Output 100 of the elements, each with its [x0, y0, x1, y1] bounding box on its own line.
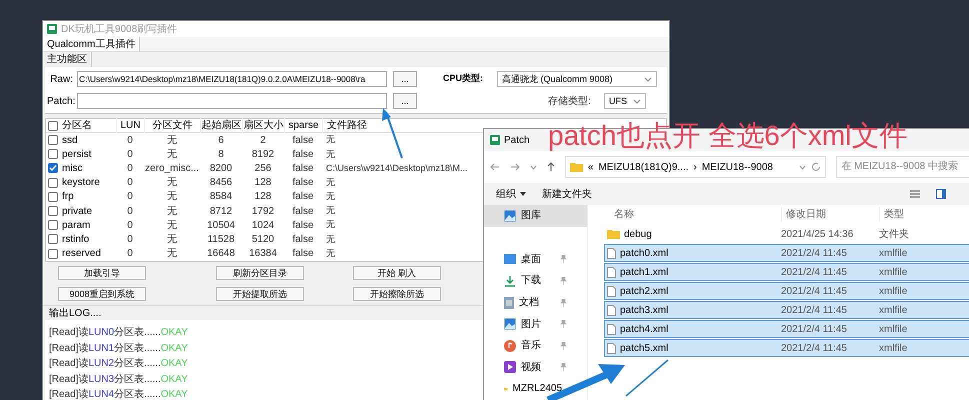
file-name: patch5.xml	[620, 342, 668, 356]
checkbox[interactable]	[48, 178, 58, 188]
browse-button[interactable]: ...	[393, 93, 417, 109]
file-row[interactable]: debug 2021/4/25 14:36 文件夹	[604, 225, 969, 243]
breadcrumb-item[interactable]: MEIZU18--9008	[702, 160, 773, 174]
table-cell-text: reserved	[62, 247, 101, 262]
checkbox[interactable]	[48, 220, 58, 230]
column-header[interactable]: 起始扇区	[200, 118, 242, 133]
pin-icon[interactable]	[560, 320, 567, 328]
table-cell-text: 0	[126, 134, 134, 148]
column-header[interactable]: 分区名	[62, 118, 92, 133]
table-cell-text: 无	[325, 148, 336, 161]
file-row[interactable]: patch3.xml 2021/2/4 11:45 xmlfile	[604, 301, 969, 319]
column-header[interactable]: sparse	[284, 118, 322, 133]
sidebar-item[interactable]: 图库	[484, 205, 587, 227]
table-cell-text: 16648	[206, 247, 236, 262]
file-name: debug	[624, 228, 652, 242]
breadcrumb-item[interactable]: ›	[694, 160, 697, 174]
pin-icon[interactable]	[560, 276, 567, 285]
address-bar[interactable]: « MEIZU18(181Q)9.... › MEIZU18--9008	[564, 156, 826, 178]
sidebar-item[interactable]: 音乐	[484, 334, 587, 357]
chevron-down-icon[interactable]	[530, 164, 537, 170]
action-button[interactable]: 加载引导	[58, 266, 146, 280]
file-icon	[607, 342, 616, 354]
sidebar-item[interactable]: 文档	[484, 292, 587, 314]
storage-type-dropdown[interactable]: UFS	[604, 93, 646, 109]
raw-path-field[interactable]: C:\Users\w9214\Desktop\mz18\MEIZU18(181Q)9.0.2.0A\MEIZU18--9008\ra	[77, 71, 387, 87]
sidebar-item[interactable]: 图片	[484, 313, 587, 335]
browse-button[interactable]: ...	[393, 71, 417, 87]
view-list-icon[interactable]	[910, 190, 920, 198]
file-row[interactable]: patch4.xml 2021/2/4 11:45 xmlfile	[604, 320, 969, 338]
table-cell-text: 16384	[248, 247, 278, 262]
checkbox[interactable]	[48, 163, 58, 174]
column-header[interactable]: LUN	[116, 118, 144, 133]
search-field[interactable]: 在 MEIZU18--9008 中搜索	[836, 156, 969, 178]
column-header[interactable]: 扇区大小	[242, 118, 284, 133]
file-row[interactable]: patch1.xml 2021/2/4 11:45 xmlfile	[604, 263, 969, 281]
picture-icon	[504, 210, 516, 222]
chevron-down-icon[interactable]	[799, 164, 806, 170]
action-button[interactable]: 开始 刷入	[353, 266, 441, 280]
table-cell-text: frp	[62, 190, 74, 204]
file-row[interactable]: patch2.xml 2021/2/4 11:45 xmlfile	[604, 282, 969, 300]
organize-menu[interactable]: 组织	[496, 186, 526, 202]
pin-icon[interactable]	[560, 255, 567, 264]
checkbox[interactable]	[48, 149, 58, 160]
checkbox[interactable]	[48, 234, 58, 244]
file-date: 2021/2/4 11:45	[781, 304, 848, 318]
log-line: [Read]读LUN3分区表......OKAY	[49, 372, 188, 386]
column-header[interactable]: 类型	[879, 207, 959, 222]
table-cell-text: 128	[254, 176, 272, 190]
file-name: patch0.xml	[620, 246, 668, 260]
pin-icon[interactable]	[560, 363, 567, 372]
action-button[interactable]: 刷新分区目录	[216, 266, 304, 280]
file-row[interactable]: patch5.xml 2021/2/4 11:45 xmlfile	[604, 339, 969, 357]
app-icon	[47, 24, 57, 34]
sidebar-item[interactable]: 下载	[484, 270, 587, 292]
table-cell-text: false	[291, 218, 315, 233]
file-date: 2021/2/4 11:45	[781, 322, 848, 336]
file-type: xmlfile	[879, 322, 908, 336]
checkbox[interactable]	[48, 192, 58, 202]
pin-icon[interactable]	[560, 342, 567, 350]
table-cell-text: 8200	[208, 162, 234, 176]
file-type: xmlfile	[879, 246, 908, 260]
tab[interactable]: Qualcomm工具插件	[43, 37, 140, 51]
patch-path-field[interactable]	[77, 93, 387, 109]
sidebar-item[interactable]: 视频	[484, 356, 587, 378]
column-header[interactable]: 名称	[604, 207, 781, 222]
preview-pane-icon[interactable]	[936, 189, 946, 199]
breadcrumb-item[interactable]: MEIZU18(181Q)9....	[598, 160, 688, 174]
sidebar-item[interactable]: MZRL2405	[484, 378, 587, 400]
music-icon	[504, 340, 516, 352]
desktop-icon	[504, 254, 516, 264]
folder-icon	[570, 162, 583, 172]
table-cell-text: 无	[325, 190, 336, 204]
checkbox[interactable]	[48, 135, 58, 146]
caret-icon	[520, 192, 526, 196]
checkbox[interactable]	[48, 120, 58, 130]
new-folder-button[interactable]: 新建文件夹	[542, 186, 592, 202]
action-button[interactable]: 开始擦除所选	[353, 287, 441, 301]
table-cell-text: 无	[325, 133, 336, 146]
file-row[interactable]: patch0.xml 2021/2/4 11:45 xmlfile	[604, 244, 969, 262]
column-header[interactable]: 分区文件	[144, 118, 200, 133]
breadcrumb-item[interactable]: «	[588, 160, 594, 174]
action-button[interactable]: 开始提取所选	[216, 287, 304, 301]
table-cell-text: C:\Users\w9214\Desktop\mz18\M...	[325, 162, 469, 175]
action-button[interactable]: 9008重启到系统	[58, 287, 146, 301]
sidebar-item[interactable]: 桌面	[484, 248, 587, 270]
cpu-type-dropdown[interactable]: 高通骁龙 (Qualcomm 9008)	[497, 71, 657, 87]
column-header[interactable]: 修改日期	[781, 207, 879, 222]
forward-arrow-icon[interactable]	[510, 163, 520, 171]
refresh-icon[interactable]	[811, 162, 822, 172]
checkbox[interactable]	[48, 206, 58, 216]
up-arrow-icon[interactable]	[546, 162, 555, 172]
table-cell-text: 无	[166, 134, 178, 148]
file-type: xmlfile	[879, 266, 908, 280]
back-arrow-icon[interactable]	[490, 163, 500, 171]
checkbox[interactable]	[48, 248, 58, 259]
table-cell-text: 11528	[206, 232, 236, 247]
pin-icon[interactable]	[560, 298, 567, 307]
chevron-down-icon	[644, 76, 652, 82]
